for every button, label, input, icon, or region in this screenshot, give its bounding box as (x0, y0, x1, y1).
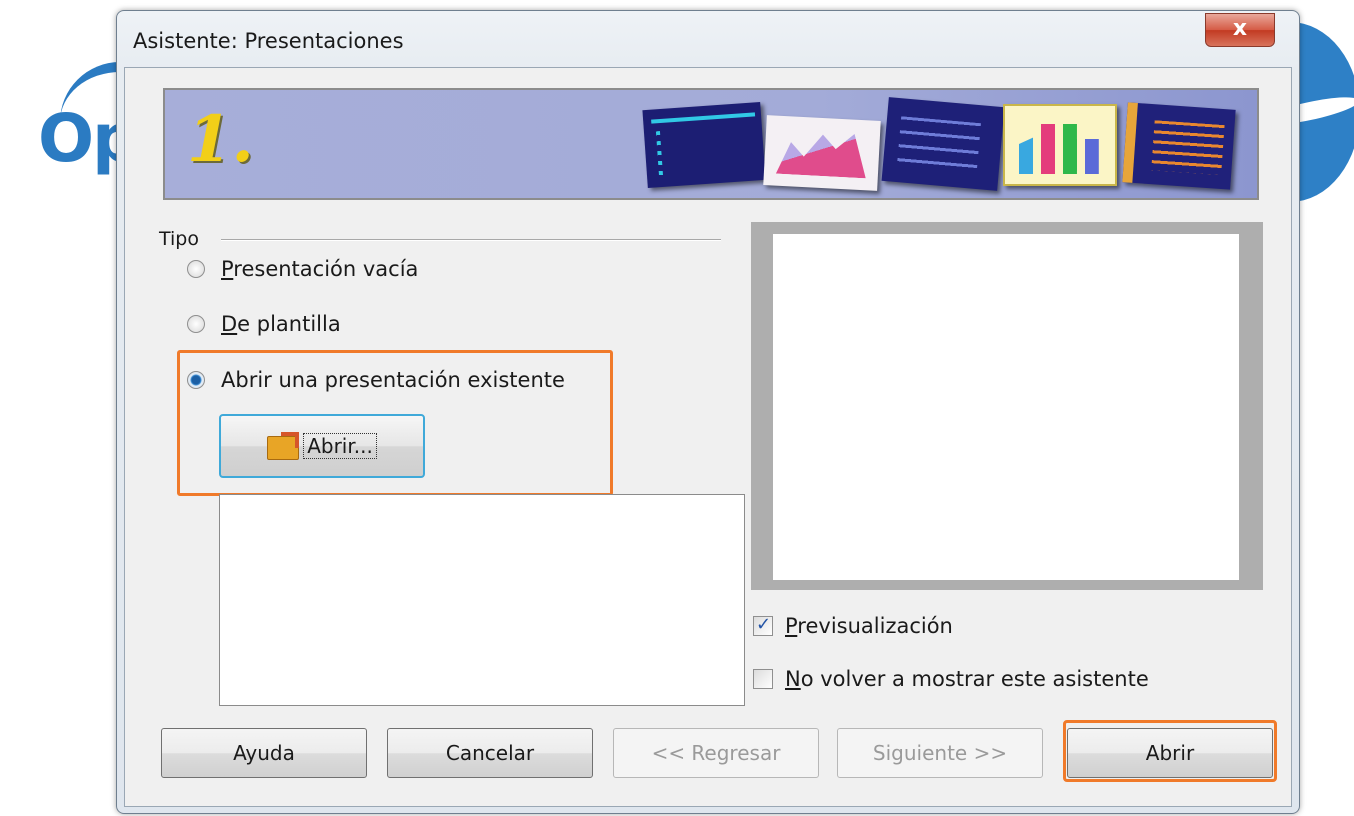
radio-empty-presentation[interactable]: Presentación vacía (187, 254, 418, 284)
preview-area (773, 234, 1239, 580)
type-group-label: Tipo (159, 228, 199, 250)
dialog-client-area: 1. Tipo Presentación vacía De plantilla … (124, 67, 1292, 807)
radio-button[interactable] (187, 315, 205, 333)
header-banner: 1. (163, 88, 1259, 200)
folder-open-icon (267, 432, 300, 460)
open-file-label: Abrir... (303, 433, 377, 459)
dont-show-checkbox[interactable] (753, 669, 773, 689)
slide-thumbnail-icon (642, 101, 766, 189)
dont-show-label: No volver a mostrar este asistente (785, 667, 1149, 691)
help-button[interactable]: Ayuda (161, 728, 367, 778)
close-icon: x (1232, 16, 1248, 41)
open-file-button[interactable]: Abrir... (219, 414, 425, 478)
preview-option[interactable]: Previsualización (753, 611, 953, 641)
close-button[interactable]: x (1205, 13, 1275, 47)
dont-show-option[interactable]: No volver a mostrar este asistente (753, 664, 1149, 694)
back-button[interactable]: << Regresar (613, 728, 819, 778)
preview-checkbox[interactable] (753, 614, 773, 636)
cancel-button[interactable]: Cancelar (387, 728, 593, 778)
window-title: Asistente: Presentaciones (133, 29, 404, 53)
radio-label: Presentación vacía (221, 257, 419, 281)
next-button[interactable]: Siguiente >> (837, 728, 1043, 778)
file-listbox[interactable] (219, 494, 745, 706)
radio-button[interactable] (187, 260, 205, 278)
slide-thumbnail-icon (1122, 102, 1236, 190)
step-number: 1. (187, 102, 254, 177)
chart-thumbnail-icon (1003, 104, 1117, 186)
preview-frame (751, 222, 1263, 590)
slide-thumbnail-icon (881, 97, 1005, 191)
radio-from-template[interactable]: De plantilla (187, 309, 341, 339)
group-divider (221, 239, 721, 241)
title-bar: Asistente: Presentaciones x (117, 11, 1299, 63)
slide-thumbnail-icon (763, 115, 881, 191)
preview-label: Previsualización (785, 614, 953, 638)
wizard-dialog: Asistente: Presentaciones x 1. Tipo Pres… (116, 10, 1300, 814)
highlight-box (1063, 720, 1277, 782)
radio-label: De plantilla (221, 312, 341, 336)
